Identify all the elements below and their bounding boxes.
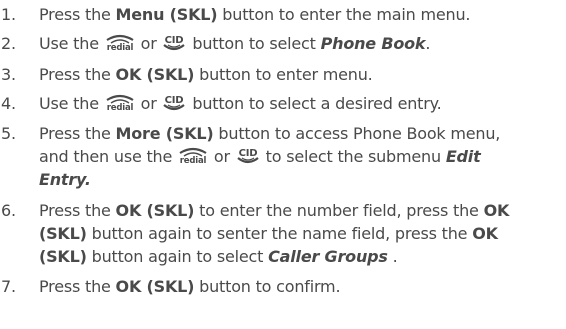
step-number: 2. [1, 34, 16, 53]
step-6: 6. Press the OK (SKL) to enter the numbe… [0, 199, 560, 268]
redial-button-icon: redial [105, 93, 135, 112]
step-line: (SKL) button again to select Caller Grou… [39, 247, 398, 266]
redial-button-icon: redial [105, 33, 135, 52]
entry-label: Entry. [39, 170, 91, 189]
caller-groups-label: Caller Groups [268, 247, 388, 266]
step-2: 2. Use the redial or CID button to selec… [0, 32, 560, 55]
ok-skl-label: OK (SKL) [115, 277, 195, 296]
step-line: and then use the redial or CID to select… [39, 146, 481, 166]
ok-skl-label: OK (SKL) [115, 201, 195, 220]
step-text: Press the More (SKL) button to access Ph… [39, 122, 560, 191]
cid-button-icon: CID [162, 33, 186, 52]
phone-book-label: Phone Book [320, 34, 426, 53]
cid-button-icon: CID [162, 93, 186, 112]
step-4: 4. Use the redial or CID button to selec… [0, 92, 560, 115]
skl-label: (SKL) [39, 247, 87, 266]
step-text: Use the redial or CID button to select a… [39, 93, 442, 113]
step-text: Use the redial or CID button to select P… [39, 33, 431, 53]
step-7: 7. Press the OK (SKL) button to confirm. [0, 275, 560, 298]
step-number: 3. [1, 65, 16, 84]
svg-text:CID: CID [165, 35, 184, 46]
step-5: 5. Press the More (SKL) button to access… [0, 122, 560, 191]
svg-text:redial: redial [107, 43, 134, 52]
step-number: 1. [1, 5, 16, 24]
step-text: Press the OK (SKL) button to enter menu. [39, 65, 373, 84]
step-number: 4. [1, 94, 16, 113]
ok-label: OK [472, 224, 498, 243]
step-text: Press the OK (SKL) button to confirm. [39, 277, 341, 296]
step-line: Press the More (SKL) button to access Ph… [39, 124, 501, 143]
skl-label: (SKL) [39, 224, 87, 243]
ok-label: OK [483, 201, 510, 220]
edit-label: Edit [445, 147, 481, 166]
svg-text:CID: CID [165, 95, 184, 106]
step-line: Entry. [39, 168, 560, 191]
menu-skl-label: Menu (SKL) [115, 5, 218, 24]
cid-button-icon: CID [236, 146, 260, 165]
step-3: 3. Press the OK (SKL) button to enter me… [0, 63, 560, 86]
step-number: 6. [1, 201, 16, 220]
step-line: Press the OK (SKL) to enter the number f… [39, 201, 510, 220]
redial-button-icon: redial [178, 146, 208, 165]
step-number: 7. [1, 277, 16, 296]
ok-skl-label: OK (SKL) [115, 65, 195, 84]
step-number: 5. [1, 124, 16, 143]
more-skl-label: More (SKL) [115, 124, 214, 143]
svg-text:redial: redial [180, 156, 207, 165]
step-text: Press the OK (SKL) to enter the number f… [39, 199, 560, 268]
step-text: Press the Menu (SKL) button to enter the… [39, 5, 471, 24]
instruction-list: 1. Press the Menu (SKL) button to enter … [0, 0, 566, 329]
svg-text:CID: CID [238, 148, 257, 159]
svg-text:redial: redial [107, 103, 134, 112]
step-1: 1. Press the Menu (SKL) button to enter … [0, 3, 560, 26]
step-line: (SKL) button again to senter the name fi… [39, 224, 498, 243]
